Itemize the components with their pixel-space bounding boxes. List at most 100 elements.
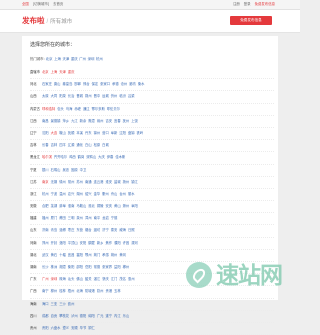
city-link[interactable]: 上饶: [131, 119, 138, 123]
city-link[interactable]: 阳泉: [59, 94, 66, 98]
city-link[interactable]: 威海: [119, 228, 126, 232]
city-link[interactable]: 赤峰: [74, 107, 81, 111]
city-link[interactable]: 邢台: [83, 82, 90, 86]
city-link[interactable]: 黄石: [51, 253, 58, 257]
city-link[interactable]: 宜昌: [68, 253, 75, 257]
city-link[interactable]: 石嘴山: [51, 168, 61, 172]
city-link[interactable]: 南宁: [42, 289, 49, 293]
city-link[interactable]: 郑州: [42, 241, 49, 245]
city-link[interactable]: 大连: [51, 131, 58, 135]
city-link[interactable]: 南昌: [42, 119, 49, 123]
hot-city-link[interactable]: 深圳: [88, 57, 95, 61]
city-link[interactable]: 齐齐哈尔: [54, 155, 67, 159]
city-link[interactable]: 通化: [76, 143, 83, 147]
city-link[interactable]: 营口: [102, 131, 109, 135]
city-link[interactable]: 潍坊: [94, 228, 101, 232]
city-link[interactable]: 重庆: [68, 70, 75, 74]
city-link[interactable]: 金华: [94, 192, 101, 196]
city-link[interactable]: 德阳: [80, 314, 87, 318]
city-link[interactable]: 鄂尔多斯: [92, 107, 105, 111]
city-link[interactable]: 北海: [76, 289, 83, 293]
city-link[interactable]: 遂宁: [105, 314, 112, 318]
city-link[interactable]: 湖州: [76, 192, 83, 196]
city-link[interactable]: 景德镇: [51, 119, 61, 123]
city-link[interactable]: 乐山: [123, 314, 130, 318]
city-link[interactable]: 枣庄: [68, 228, 75, 232]
hot-city-link[interactable]: 广州: [79, 57, 86, 61]
city-link[interactable]: 吉林: [51, 143, 58, 147]
city-link[interactable]: 长治: [68, 94, 75, 98]
city-link[interactable]: 孝感: [102, 253, 109, 257]
city-link[interactable]: 益阳: [114, 265, 121, 269]
city-link[interactable]: 郴州: [123, 265, 130, 269]
city-link[interactable]: 北京: [42, 70, 49, 74]
city-link[interactable]: 衡阳: [68, 265, 75, 269]
city-link[interactable]: 平顶山: [68, 241, 78, 245]
city-link[interactable]: 舟山: [111, 192, 118, 196]
city-link[interactable]: 马鞍山: [76, 204, 86, 208]
city-link[interactable]: 淮北: [88, 204, 95, 208]
city-link[interactable]: 苏州: [76, 180, 83, 184]
city-link[interactable]: 佳木斯: [115, 155, 125, 159]
city-link[interactable]: 盐城: [114, 180, 121, 184]
city-link[interactable]: 海口: [42, 302, 49, 306]
city-link[interactable]: 呼和浩特: [42, 107, 55, 111]
hot-city-link[interactable]: 上海: [54, 57, 61, 61]
city-link[interactable]: 赣州: [97, 119, 104, 123]
city-link[interactable]: 大庆: [98, 155, 105, 159]
city-link[interactable]: 开封: [51, 241, 58, 245]
city-link[interactable]: 桂林: [59, 289, 66, 293]
city-link[interactable]: 上海: [51, 70, 58, 74]
city-link[interactable]: 玉林: [114, 289, 121, 293]
city-link[interactable]: 丹东: [85, 131, 92, 135]
city-link[interactable]: 无锡: [51, 180, 58, 184]
city-link[interactable]: 自贡: [51, 314, 58, 318]
city-link[interactable]: 梧州: [68, 289, 75, 293]
city-link[interactable]: 湛江: [94, 277, 101, 281]
city-link[interactable]: 阜新: [111, 131, 118, 135]
city-link[interactable]: 南平: [94, 216, 101, 220]
city-link[interactable]: 广州: [42, 277, 49, 281]
city-link[interactable]: 成都: [42, 314, 49, 318]
city-link[interactable]: 新余: [80, 119, 87, 123]
city-link[interactable]: 荆州: [111, 253, 118, 257]
city-link[interactable]: 荆门: [94, 253, 101, 257]
city-link[interactable]: 鹰潭: [88, 119, 95, 123]
city-link[interactable]: 四平: [59, 143, 66, 147]
city-link[interactable]: 十堰: [59, 253, 66, 257]
city-link[interactable]: 三沙: [59, 302, 66, 306]
city-link[interactable]: 连云港: [94, 180, 104, 184]
city-link[interactable]: 焦作: [105, 241, 112, 245]
city-link[interactable]: 鹤壁: [88, 241, 95, 245]
city-link[interactable]: 本溪: [76, 131, 83, 135]
city-link[interactable]: 辽阳: [119, 131, 126, 135]
city-link[interactable]: 宁波: [51, 192, 58, 196]
city-link[interactable]: 白山: [85, 143, 92, 147]
city-link[interactable]: 承德: [112, 82, 119, 86]
city-link[interactable]: 张家界: [102, 265, 112, 269]
city-link[interactable]: 阜阳: [131, 204, 138, 208]
city-link[interactable]: 青岛: [51, 228, 58, 232]
city-link[interactable]: 常德: [94, 265, 101, 269]
city-link[interactable]: 天津: [59, 70, 66, 74]
city-link[interactable]: 蚌埠: [59, 204, 66, 208]
city-link[interactable]: 扬州: [123, 180, 130, 184]
city-link[interactable]: 保定: [92, 82, 99, 86]
city-link[interactable]: 铜陵: [97, 204, 104, 208]
city-link[interactable]: 安庆: [105, 204, 112, 208]
city-link[interactable]: 安阳: [80, 241, 87, 245]
city-link[interactable]: 内江: [114, 314, 121, 318]
city-link[interactable]: 长春: [42, 143, 49, 147]
city-link[interactable]: 通辽: [83, 107, 90, 111]
city-link[interactable]: 厦门: [51, 216, 58, 220]
city-link[interactable]: 常州: [68, 180, 75, 184]
city-link[interactable]: 绍兴: [85, 192, 92, 196]
city-link[interactable]: 中卫: [80, 168, 87, 172]
city-link[interactable]: 儋州: [68, 302, 75, 306]
city-link[interactable]: 龙岩: [102, 216, 109, 220]
city-link[interactable]: 晋城: [76, 94, 83, 98]
city-link[interactable]: 肇庆: [102, 277, 109, 281]
city-link[interactable]: 衡水: [138, 82, 145, 86]
city-link[interactable]: 萍乡: [62, 119, 69, 123]
city-link[interactable]: 廊坊: [129, 82, 136, 86]
